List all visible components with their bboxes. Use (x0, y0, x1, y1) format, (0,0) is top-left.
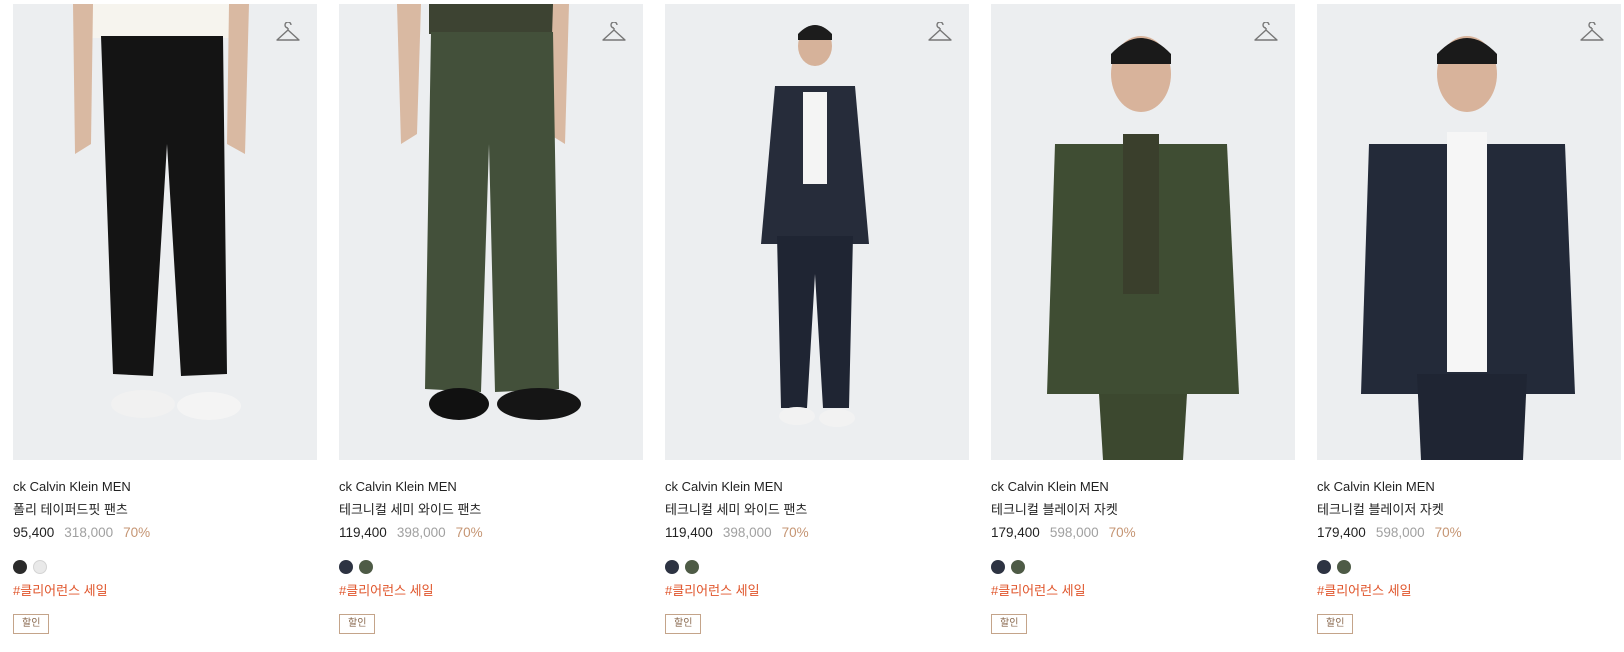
discount-badge: 할인 (1317, 614, 1354, 634)
product-image[interactable] (339, 4, 643, 460)
original-price: 598,000 (1049, 525, 1099, 540)
color-swatch[interactable] (1317, 560, 1331, 574)
discount-badge: 할인 (339, 614, 376, 634)
product-prices: 95,400 318,000 70% (13, 524, 317, 542)
product-brand[interactable]: ck Calvin Klein MEN (991, 478, 1295, 496)
color-swatches (991, 560, 1295, 574)
product-photo-olive-pants (339, 4, 643, 460)
sale-hashtag[interactable]: #클리어런스 세일 (665, 582, 969, 600)
product-image[interactable] (13, 4, 317, 460)
product-name[interactable]: 테크니컬 세미 와이드 팬츠 (339, 501, 643, 519)
product-name[interactable]: 테크니컬 블레이저 자켓 (1317, 501, 1621, 519)
color-swatches (1317, 560, 1621, 574)
color-swatch[interactable] (1011, 560, 1025, 574)
original-price: 398,000 (722, 525, 772, 540)
product-card[interactable]: ck Calvin Klein MEN 테크니컬 블레이저 자켓 179,400… (1317, 4, 1621, 634)
product-image[interactable] (665, 4, 969, 460)
product-prices: 179,400 598,000 70% (991, 524, 1295, 542)
discount-rate: 70% (123, 525, 151, 540)
color-swatch[interactable] (685, 560, 699, 574)
original-price: 598,000 (1375, 525, 1425, 540)
product-photo-navy-blazer (1317, 4, 1621, 460)
sale-price: 119,400 (665, 525, 713, 540)
product-name[interactable]: 폴리 테이퍼드핏 팬츠 (13, 501, 317, 519)
hanger-icon[interactable] (275, 22, 301, 44)
sale-price: 179,400 (1317, 525, 1366, 540)
discount-rate: 70% (455, 525, 483, 540)
product-grid: ck Calvin Klein MEN 폴리 테이퍼드핏 팬츠 95,400 3… (13, 4, 1621, 634)
product-photo-olive-blazer (991, 4, 1295, 460)
color-swatch[interactable] (1337, 560, 1351, 574)
sale-price: 119,400 (339, 525, 387, 540)
product-card[interactable]: ck Calvin Klein MEN 테크니컬 블레이저 자켓 179,400… (991, 4, 1295, 634)
sale-price: 95,400 (13, 525, 55, 540)
product-card[interactable]: ck Calvin Klein MEN 테크니컬 세미 와이드 팬츠 119,4… (339, 4, 643, 634)
discount-badge: 할인 (13, 614, 50, 634)
discount-rate: 70% (781, 525, 809, 540)
color-swatches (665, 560, 969, 574)
color-swatch[interactable] (33, 560, 47, 574)
color-swatch[interactable] (359, 560, 373, 574)
hanger-icon[interactable] (1579, 22, 1605, 44)
color-swatch[interactable] (339, 560, 353, 574)
color-swatch[interactable] (13, 560, 27, 574)
color-swatches (13, 560, 317, 574)
discount-badge: 할인 (991, 614, 1028, 634)
sale-hashtag[interactable]: #클리어런스 세일 (339, 582, 643, 600)
product-brand[interactable]: ck Calvin Klein MEN (13, 478, 317, 496)
product-card[interactable]: ck Calvin Klein MEN 테크니컬 세미 와이드 팬츠 119,4… (665, 4, 969, 634)
product-brand[interactable]: ck Calvin Klein MEN (665, 478, 969, 496)
product-card[interactable]: ck Calvin Klein MEN 폴리 테이퍼드핏 팬츠 95,400 3… (13, 4, 317, 634)
discount-rate: 70% (1108, 525, 1136, 540)
original-price: 398,000 (396, 525, 446, 540)
product-prices: 119,400 398,000 70% (665, 524, 969, 542)
sale-hashtag[interactable]: #클리어런스 세일 (13, 582, 317, 600)
hanger-icon[interactable] (1253, 22, 1279, 44)
product-prices: 119,400 398,000 70% (339, 524, 643, 542)
product-image[interactable] (991, 4, 1295, 460)
color-swatch[interactable] (665, 560, 679, 574)
product-name[interactable]: 테크니컬 블레이저 자켓 (991, 501, 1295, 519)
sale-price: 179,400 (991, 525, 1040, 540)
color-swatch[interactable] (991, 560, 1005, 574)
product-image[interactable] (1317, 4, 1621, 460)
discount-badge: 할인 (665, 614, 702, 634)
color-swatches (339, 560, 643, 574)
original-price: 318,000 (64, 525, 114, 540)
sale-hashtag[interactable]: #클리어런스 세일 (991, 582, 1295, 600)
product-photo-navy-suit (665, 4, 969, 460)
product-name[interactable]: 테크니컬 세미 와이드 팬츠 (665, 501, 969, 519)
hanger-icon[interactable] (927, 22, 953, 44)
product-prices: 179,400 598,000 70% (1317, 524, 1621, 542)
sale-hashtag[interactable]: #클리어런스 세일 (1317, 582, 1621, 600)
hanger-icon[interactable] (601, 22, 627, 44)
product-brand[interactable]: ck Calvin Klein MEN (1317, 478, 1621, 496)
product-brand[interactable]: ck Calvin Klein MEN (339, 478, 643, 496)
product-photo-black-pants (13, 4, 317, 460)
discount-rate: 70% (1434, 525, 1462, 540)
